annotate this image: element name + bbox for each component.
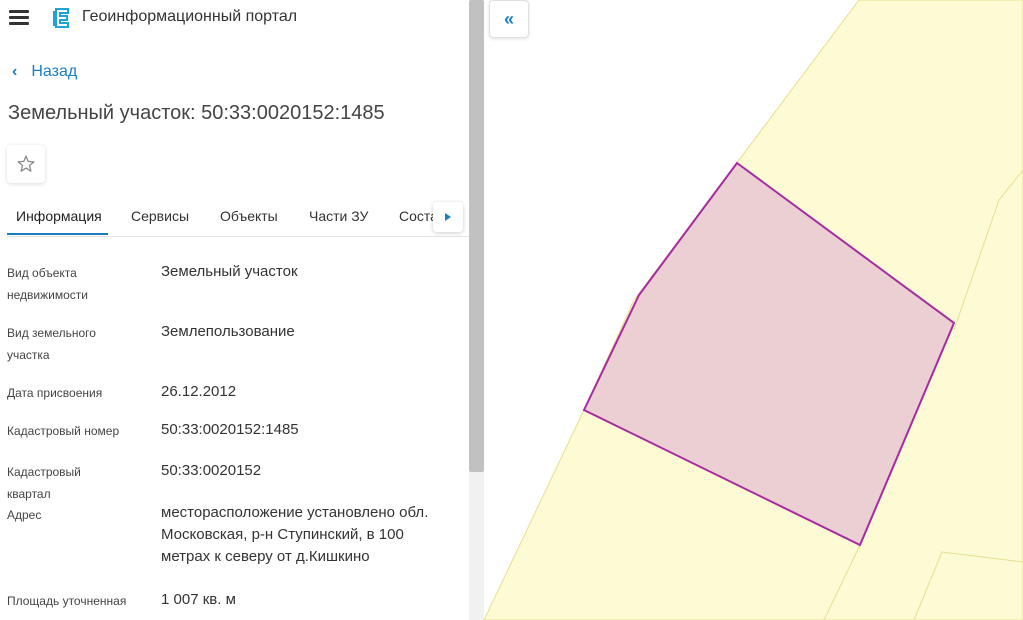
favorite-button[interactable] — [7, 145, 45, 183]
map-canvas[interactable] — [484, 0, 1023, 620]
prop-label-area: Площадь уточненная — [7, 594, 127, 608]
tab-information[interactable]: Информация — [16, 208, 102, 224]
prop-value-parcel-type: Землепользование — [161, 323, 295, 340]
tabs-bar: Информация Сервисы Объекты Части ЗУ Сост… — [7, 196, 469, 237]
double-chevron-left-icon: « — [503, 8, 514, 29]
back-link[interactable]: ‹ Назад — [12, 63, 77, 81]
tab-services[interactable]: Сервисы — [131, 208, 189, 224]
prop-value-object-type: Земельный участок — [161, 263, 298, 280]
back-label: Назад — [31, 63, 78, 80]
portal-logo-icon — [53, 8, 69, 28]
app-title: Геоинформационный портал — [82, 8, 298, 25]
prop-label-object-type: Вид объекта недвижимости — [7, 266, 88, 302]
active-tab-indicator — [7, 233, 108, 235]
tab-objects[interactable]: Объекты — [220, 208, 278, 224]
info-panel: Геоинформационный портал ‹ Назад Земельн… — [0, 0, 470, 620]
prop-value-area: 1 007 кв. м — [161, 591, 236, 608]
prop-label-cadastral-number: Кадастровый номер — [7, 424, 120, 438]
page-title: Земельный участок: 50:33:0020152:1485 — [8, 102, 385, 124]
star-icon — [17, 155, 35, 172]
menu-icon[interactable] — [9, 10, 29, 26]
tab-land-parts[interactable]: Части ЗУ — [309, 208, 368, 224]
map-view[interactable] — [484, 0, 1023, 620]
collapse-panel-button[interactable]: « — [489, 0, 529, 38]
prop-label-cadastral-quarter: Кадастровый квартал — [7, 465, 81, 501]
prop-value-cadastral-quarter: 50:33:0020152 — [161, 462, 262, 479]
prop-label-address: Адрес — [7, 508, 42, 522]
triangle-right-icon — [445, 213, 451, 221]
tabs-scroll-right-button[interactable] — [433, 202, 463, 232]
chevron-left-icon: ‹ — [12, 63, 18, 80]
scrollbar-thumb[interactable] — [469, 0, 484, 472]
prop-value-assigned-date: 26.12.2012 — [161, 383, 237, 400]
prop-label-assigned-date: Дата присвоения — [7, 386, 103, 400]
panel-scrollbar[interactable] — [469, 0, 484, 620]
prop-value-address: месторасположение установлено обл. Моско… — [161, 504, 429, 565]
prop-value-cadastral-number: 50:33:0020152:1485 — [161, 421, 299, 438]
prop-label-parcel-type: Вид земельного участка — [7, 326, 96, 362]
